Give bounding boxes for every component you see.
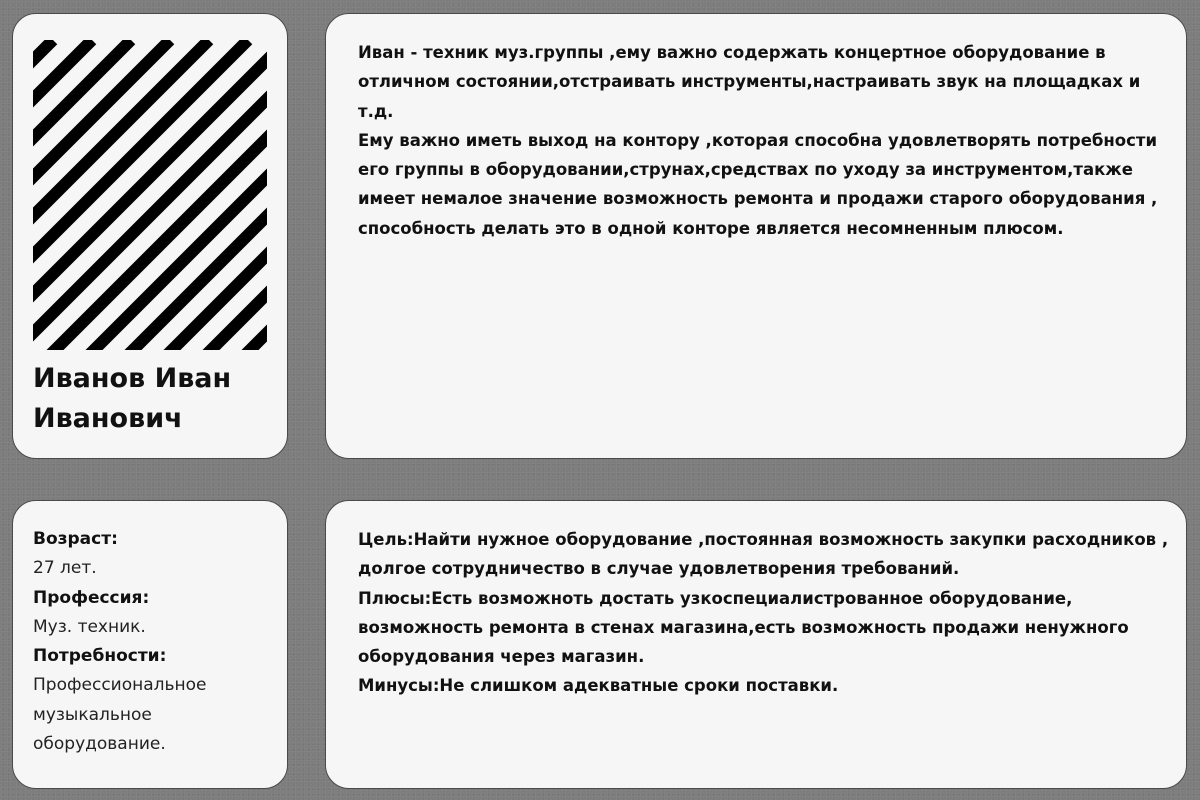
- pros-text: Плюсы:Есть возможноть достать узкоспециа…: [358, 588, 1129, 667]
- goal-text: Цель:Найти нужное оборудование ,постоянн…: [358, 530, 1169, 579]
- description-card: Иван - техник муз.группы ,ему важно соде…: [325, 13, 1187, 459]
- stripe-line: [33, 90, 267, 342]
- cons-text: Минусы:Не слишком адекватные сроки поста…: [358, 676, 839, 696]
- profession-label: Профессия:: [33, 587, 150, 608]
- profession-value: Муз. техник.: [33, 616, 146, 637]
- goals-text: Цель:Найти нужное оборудование ,постоянн…: [358, 525, 1174, 701]
- goals-card: Цель:Найти нужное оборудование ,постоянн…: [325, 500, 1187, 789]
- age-label: Возраст:: [33, 529, 118, 549]
- needs-value: Профессиональное музыкальное оборудовани…: [33, 675, 207, 755]
- needs-label: Потребности:: [33, 646, 167, 667]
- striped-placeholder-graphic: [33, 40, 267, 350]
- age-value: 27 лет.: [33, 558, 97, 579]
- description-text: Иван - техник муз.группы ,ему важно соде…: [358, 38, 1174, 243]
- info-card: Возраст: 27 лет. Профессия: Муз. техник.…: [12, 500, 288, 789]
- description-paragraph: Ему важно иметь выход на контору ,котора…: [358, 130, 1158, 238]
- photo-placeholder-icon: [33, 40, 267, 350]
- person-name: Иванов Иван Иванович: [33, 363, 232, 434]
- info-list: Возраст: 27 лет. Профессия: Муз. техник.…: [33, 525, 273, 759]
- description-paragraph: Иван - техник муз.группы ,ему важно соде…: [358, 43, 1141, 121]
- profile-card: Иванов Иван Иванович: [12, 13, 288, 459]
